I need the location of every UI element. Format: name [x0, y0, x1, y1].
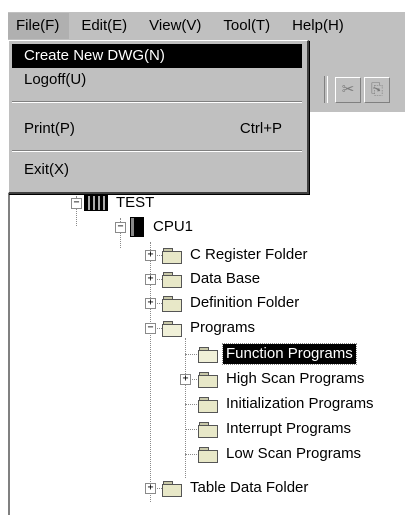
menu-item-exit[interactable]: Exit(X): [12, 158, 302, 182]
menu-tool[interactable]: Tool(T): [211, 13, 280, 39]
tree-node-label: Data Base: [190, 270, 261, 287]
application-window: File(F) Edit(E) View(V) Tool(T) Help(H) …: [0, 0, 405, 515]
expand-toggle[interactable]: +: [145, 298, 156, 309]
expand-toggle[interactable]: +: [145, 274, 156, 285]
menu-edit[interactable]: Edit(E): [69, 13, 137, 39]
tree-node-data-base[interactable]: Data Base: [162, 268, 263, 290]
cpu-icon: [130, 217, 144, 237]
menu-item-shortcut: Ctrl+P: [239, 120, 282, 137]
folder-icon: [198, 421, 218, 438]
tree-node-label: Table Data Folder: [190, 479, 309, 496]
menu-separator: [12, 101, 302, 103]
tree-node-function-programs[interactable]: Function Programs: [198, 343, 357, 365]
menu-bar: File(F) Edit(E) View(V) Tool(T) Help(H): [8, 12, 405, 40]
menu-item-logoff[interactable]: Logoff(U): [12, 68, 302, 92]
expand-toggle[interactable]: +: [180, 374, 191, 385]
cut-icon[interactable]: ✂: [335, 77, 361, 103]
menu-item-label: Logoff(U): [24, 71, 87, 88]
controller-icon: [84, 195, 108, 211]
menu-help[interactable]: Help(H): [280, 13, 354, 39]
tree-node-table-data-folder[interactable]: Table Data Folder: [162, 477, 311, 499]
collapse-toggle[interactable]: −: [145, 323, 156, 334]
menu-item-label: Create New DWG(N): [24, 47, 165, 64]
folder-icon: [198, 396, 218, 413]
tree-node-label: TEST: [116, 194, 155, 211]
tree-node-label: Programs: [190, 319, 256, 336]
menu-separator: [12, 150, 302, 152]
open-folder-icon: [198, 346, 218, 363]
open-folder-icon: [162, 320, 182, 337]
folder-icon: [162, 247, 182, 264]
menu-item-label: Exit(X): [24, 161, 69, 178]
tree-node-initialization-programs[interactable]: Initialization Programs: [198, 393, 377, 415]
menu-file[interactable]: File(F): [8, 13, 70, 39]
folder-icon: [198, 371, 218, 388]
menu-item-print[interactable]: Print(P) Ctrl+P: [12, 117, 302, 141]
tree-node-label: High Scan Programs: [226, 370, 365, 387]
tree-node-label: C Register Folder: [190, 246, 308, 263]
expand-toggle[interactable]: +: [145, 483, 156, 494]
collapse-toggle[interactable]: −: [115, 222, 126, 233]
menu-view[interactable]: View(V): [137, 13, 211, 39]
tree-node-interrupt-programs[interactable]: Interrupt Programs: [198, 418, 354, 440]
tree-node-c-register-folder[interactable]: C Register Folder: [162, 244, 311, 266]
folder-icon: [162, 271, 182, 288]
tree-node-label: Definition Folder: [190, 294, 300, 311]
folder-icon: [198, 446, 218, 463]
file-menu-dropdown: Create New DWG(N) Logoff(U) Print(P) Ctr…: [8, 40, 309, 194]
tree-node-test[interactable]: TEST: [84, 192, 157, 214]
tree-node-label: Initialization Programs: [226, 395, 374, 412]
tree-node-high-scan-programs[interactable]: High Scan Programs: [198, 368, 367, 390]
tree-line: [185, 338, 186, 478]
tree-node-definition-folder[interactable]: Definition Folder: [162, 292, 302, 314]
toolbar-separator: [324, 76, 328, 103]
tree-node-label: Interrupt Programs: [226, 420, 352, 437]
menu-item-create-new-dwg[interactable]: Create New DWG(N): [12, 44, 302, 68]
menu-item-label: Print(P): [24, 120, 75, 137]
tree-node-cpu1[interactable]: CPU1: [130, 216, 196, 238]
tree-node-programs[interactable]: Programs: [162, 317, 258, 339]
folder-icon: [162, 480, 182, 497]
paste-icon[interactable]: ⎘: [364, 77, 390, 103]
tree-node-label: Function Programs: [222, 343, 357, 365]
collapse-toggle[interactable]: −: [71, 198, 82, 209]
expand-toggle[interactable]: +: [145, 250, 156, 261]
folder-icon: [162, 295, 182, 312]
tree-node-label: CPU1: [153, 218, 194, 235]
tree-node-low-scan-programs[interactable]: Low Scan Programs: [198, 443, 364, 465]
tree-node-label: Low Scan Programs: [226, 445, 362, 462]
